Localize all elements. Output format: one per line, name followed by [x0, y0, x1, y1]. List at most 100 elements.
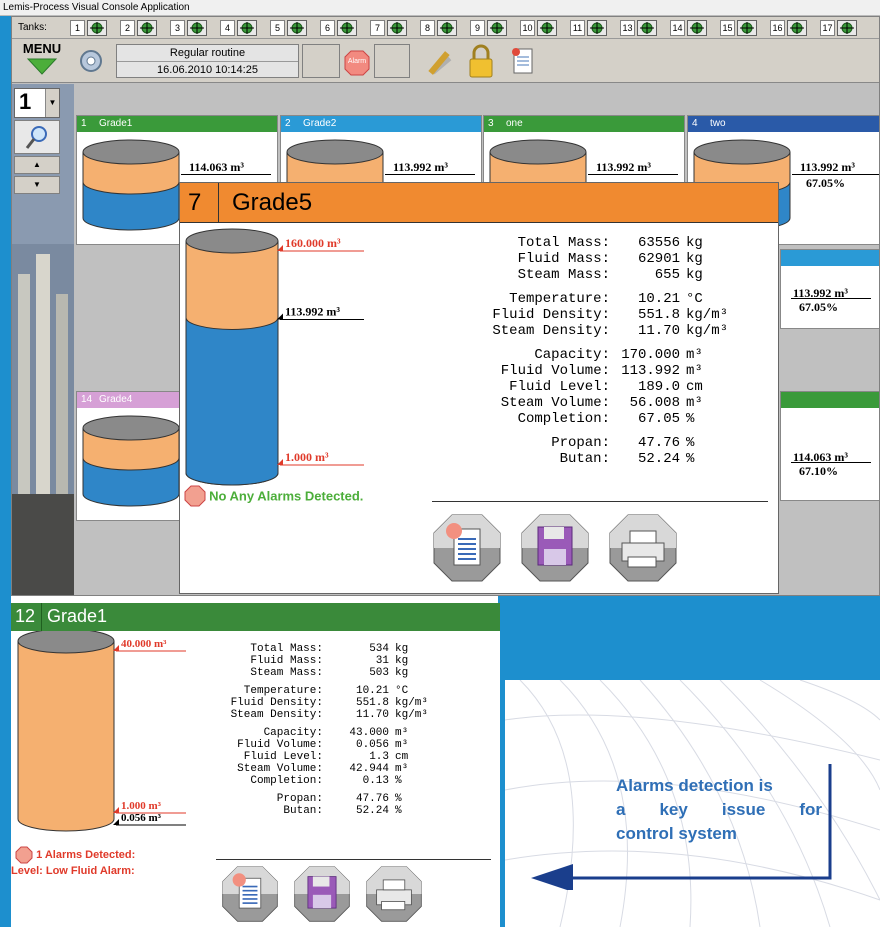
- window-title: Lemis-Process Visual Console Application: [0, 0, 880, 16]
- reading-value: 655: [654, 267, 680, 283]
- reading-label: Total Mass:: [517, 235, 610, 251]
- tank-card-number: 14: [81, 394, 93, 405]
- scroll-up-button[interactable]: ▲: [14, 156, 60, 174]
- tank-button-1[interactable]: [87, 20, 107, 36]
- tank-card-header: [781, 392, 879, 408]
- tank-marker-label: 1.000 m³: [121, 800, 162, 812]
- reading-unit: m³: [686, 363, 703, 379]
- tank-target-icon: [140, 22, 154, 34]
- tank-number-13: 13: [620, 20, 635, 36]
- tank-button-14[interactable]: [687, 20, 707, 36]
- reading-row: Fluid Density: 551.8 kg/m³: [199, 697, 459, 709]
- save-button[interactable]: [293, 865, 351, 923]
- tank-button-13[interactable]: [637, 20, 657, 36]
- gear-icon[interactable]: [74, 45, 108, 77]
- tank-button-6[interactable]: [337, 20, 357, 36]
- menu-button[interactable]: MENU: [16, 41, 68, 79]
- reading-row: Propan: 47.76%: [410, 435, 760, 451]
- reading-row: Butan: 52.24%: [199, 805, 459, 817]
- tank-button-5[interactable]: [287, 20, 307, 36]
- popup-tank-name: Grade1: [47, 606, 108, 626]
- tank-marker-label: 160.000 m³: [285, 236, 341, 250]
- scroll-down-button[interactable]: ▼: [14, 176, 60, 194]
- alarm-stop-icon: [184, 485, 206, 507]
- tank-button-16[interactable]: [787, 20, 807, 36]
- reading-unit: kg: [395, 643, 409, 655]
- popup-alarm-text: No Any Alarms Detected.: [209, 488, 364, 504]
- reading-label: Steam Density:: [230, 709, 323, 721]
- tank-target-icon: [440, 22, 454, 34]
- tank-card-name: Grade2: [303, 118, 337, 129]
- tank-button-11[interactable]: [587, 20, 607, 36]
- reading-row: Steam Mass: 655 kg: [410, 267, 760, 283]
- reading-label: Capacity:: [263, 727, 323, 739]
- tank-selector[interactable]: 1 ▼: [14, 88, 60, 118]
- popup-tank-number: 12: [15, 606, 36, 626]
- reading-unit: kg/m³: [395, 709, 429, 721]
- lock-icon[interactable]: [464, 43, 498, 81]
- reading-unit: cm: [395, 751, 409, 763]
- alarm-report-icon: [433, 514, 501, 582]
- tank-button-4[interactable]: [237, 20, 257, 36]
- reading-value: 1.3: [369, 751, 389, 763]
- reading-row: Capacity: 43.000 m³: [199, 727, 459, 739]
- tank-card-partial-3[interactable]: 114.063 m³ 67.10%: [780, 391, 879, 501]
- report-icon[interactable]: [508, 45, 538, 79]
- chevron-down-icon[interactable]: ▼: [45, 89, 59, 117]
- alarm-report-button[interactable]: [432, 513, 502, 583]
- reading-value: 10.21: [355, 685, 389, 697]
- tank-card-header: 1 Grade1: [77, 116, 277, 132]
- tank-number-16: 16: [770, 20, 785, 36]
- blank-button-2[interactable]: [374, 44, 410, 78]
- tank-gauge: 40.000 m³ 1.000 m³0.056 m³: [17, 631, 186, 832]
- popup-alarm-line2: Level: Low Fluid Alarm:: [11, 865, 135, 877]
- tank-button-2[interactable]: [137, 20, 157, 36]
- reading-label: Fluid Mass:: [517, 251, 610, 267]
- tank-card-header: [781, 250, 879, 266]
- tank-button-3[interactable]: [187, 20, 207, 36]
- tank-card-name: one: [506, 118, 523, 129]
- tank-button-17[interactable]: [837, 20, 857, 36]
- reading-value: 10.21: [637, 291, 680, 307]
- popup-alarm-status: 1 Alarms Detected:: [15, 846, 135, 864]
- tank-button-10[interactable]: [537, 20, 557, 36]
- reading-row: Propan: 47.76%: [199, 793, 459, 805]
- reading-label: Fluid Volume:: [237, 739, 323, 751]
- reading-row: Fluid Density: 551.8 kg/m³: [410, 307, 760, 323]
- tank-target-icon: [590, 22, 604, 34]
- tank-number-6: 6: [320, 20, 335, 36]
- tank-number-17: 17: [820, 20, 835, 36]
- tank-card-volume: 114.063 m³: [189, 160, 244, 174]
- zoom-button[interactable]: [14, 120, 60, 154]
- reading-unit: °C: [686, 291, 703, 307]
- alarm-report-button[interactable]: [221, 865, 279, 923]
- reading-row: Fluid Volume: 0.056 m³: [199, 739, 459, 751]
- print-icon: [609, 514, 677, 582]
- save-button[interactable]: [520, 513, 590, 583]
- tank-detail-popup: 7 Grade5 160.000 m³ 113.992 m³ 1.000 m³ No…: [179, 182, 779, 594]
- tank-target-icon: [490, 22, 504, 34]
- reading-value: 52.24: [355, 805, 389, 817]
- alarm-indicator[interactable]: Alarm: [342, 44, 372, 78]
- tank-number-2: 2: [120, 20, 135, 36]
- tank-button-15[interactable]: [737, 20, 757, 36]
- print-button[interactable]: [365, 865, 423, 923]
- tank-cylinder: [82, 415, 180, 507]
- tank-card-name: Grade4: [99, 394, 133, 405]
- alarm-stop-icon: [15, 846, 33, 864]
- tank-button-9[interactable]: [487, 20, 507, 36]
- print-button[interactable]: [608, 513, 678, 583]
- tank-marker-label: 113.992 m³: [285, 304, 340, 318]
- blank-button[interactable]: [302, 44, 340, 78]
- reading-row: Steam Volume: 56.008 m³: [410, 395, 760, 411]
- tank-button-7[interactable]: [387, 20, 407, 36]
- tank-button-8[interactable]: [437, 20, 457, 36]
- reading-value: 170.000: [621, 347, 680, 363]
- tools-icon[interactable]: [424, 44, 460, 80]
- reading-row: Temperature: 10.21 °C: [410, 291, 760, 307]
- tank-card-partial-2[interactable]: 113.992 m³ 67.05%: [780, 249, 879, 329]
- reading-row: Total Mass: 63556 kg: [410, 235, 760, 251]
- reading-unit: m³: [395, 739, 409, 751]
- tank-number-3: 3: [170, 20, 185, 36]
- popup-tank-name: Grade5: [232, 189, 313, 216]
